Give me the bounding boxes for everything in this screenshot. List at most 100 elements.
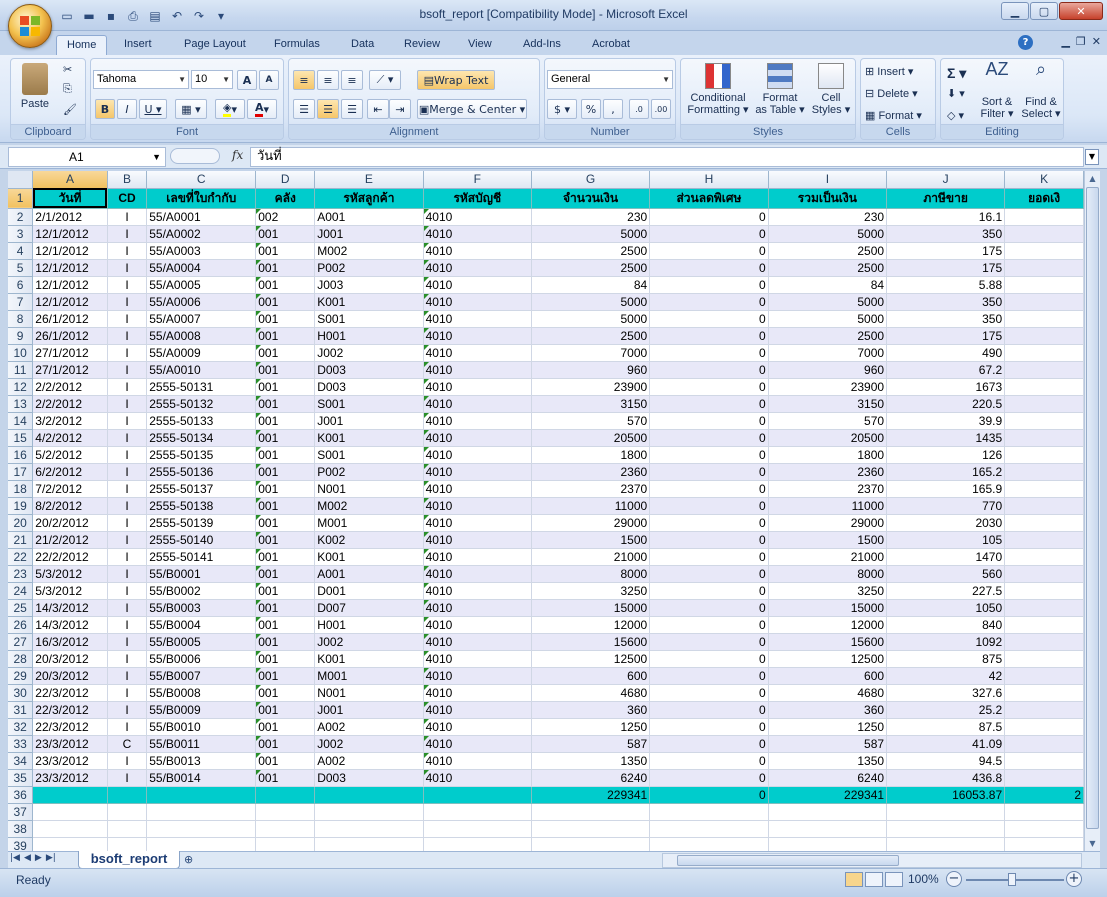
row-header[interactable]: 36 xyxy=(8,786,34,804)
row-header[interactable]: 22 xyxy=(8,548,34,566)
cell[interactable]: 21/2/2012 xyxy=(32,531,108,549)
first-sheet-icon[interactable]: |◀ xyxy=(10,853,20,863)
cell[interactable]: 55/A0001 xyxy=(146,208,257,226)
cell[interactable]: 21000 xyxy=(531,548,651,566)
cell[interactable]: 001 xyxy=(255,633,316,651)
cell[interactable]: 2370 xyxy=(531,480,651,498)
cell[interactable]: 0 xyxy=(649,684,769,702)
cell[interactable]: 20/3/2012 xyxy=(32,650,108,668)
cell[interactable] xyxy=(1004,582,1084,600)
cell[interactable]: K001 xyxy=(314,548,424,566)
cell[interactable]: 001 xyxy=(255,361,316,379)
cell[interactable]: 20/3/2012 xyxy=(32,667,108,685)
cell[interactable]: 7/2/2012 xyxy=(32,480,108,498)
cell[interactable] xyxy=(649,820,769,838)
header-cell[interactable]: ภาษีขาย xyxy=(886,188,1006,209)
cell[interactable]: 12/1/2012 xyxy=(32,242,108,260)
cell[interactable]: 5/3/2012 xyxy=(32,582,108,600)
cell[interactable]: K001 xyxy=(314,429,424,447)
cell[interactable]: 2360 xyxy=(531,463,651,481)
cell[interactable]: 55/B0006 xyxy=(146,650,257,668)
header-cell[interactable]: ยอดเงิ xyxy=(1004,188,1084,209)
cell[interactable] xyxy=(1004,565,1084,583)
cell[interactable]: 770 xyxy=(886,497,1006,515)
cell[interactable]: 4010 xyxy=(423,497,532,515)
cell[interactable]: 0 xyxy=(649,633,769,651)
cell[interactable]: 55/A0007 xyxy=(146,310,257,328)
total-cell[interactable]: 16053.87 xyxy=(886,786,1006,804)
cell[interactable]: 3250 xyxy=(768,582,888,600)
cell[interactable]: 1435 xyxy=(886,429,1006,447)
format-cells-button[interactable]: ▦ Format ▾ xyxy=(865,109,922,122)
cell[interactable]: 22/3/2012 xyxy=(32,701,108,719)
cell[interactable]: S001 xyxy=(314,446,424,464)
cell[interactable] xyxy=(423,803,532,821)
cell[interactable]: 0 xyxy=(649,497,769,515)
cell[interactable]: I xyxy=(107,667,148,685)
cell[interactable]: 25.2 xyxy=(886,701,1006,719)
cell[interactable]: N001 xyxy=(314,480,424,498)
cell[interactable]: 4010 xyxy=(423,548,532,566)
cell[interactable]: I xyxy=(107,259,148,277)
cell[interactable]: 4680 xyxy=(531,684,651,702)
cell[interactable]: 0 xyxy=(649,310,769,328)
vertical-scrollbar[interactable]: ▲ ▼ xyxy=(1084,171,1100,851)
cell[interactable]: 0 xyxy=(649,463,769,481)
cell[interactable] xyxy=(768,803,888,821)
row-header[interactable]: 15 xyxy=(8,429,34,447)
cell[interactable]: 2/1/2012 xyxy=(32,208,108,226)
format-painter-icon[interactable]: 🖌 xyxy=(63,103,77,116)
cell[interactable]: M002 xyxy=(314,497,424,515)
cell[interactable] xyxy=(32,820,108,838)
cell[interactable]: 20500 xyxy=(768,429,888,447)
cell[interactable]: 001 xyxy=(255,684,316,702)
cell[interactable]: 12000 xyxy=(768,616,888,634)
cell[interactable]: I xyxy=(107,599,148,617)
cell[interactable]: J002 xyxy=(314,633,424,651)
cell[interactable]: 55/B0013 xyxy=(146,752,257,770)
last-sheet-icon[interactable]: ▶| xyxy=(46,853,56,863)
cell[interactable]: 0 xyxy=(649,599,769,617)
cell[interactable]: 55/B0011 xyxy=(146,735,257,753)
header-cell[interactable]: จำนวนเงิน xyxy=(531,188,651,209)
cell[interactable]: I xyxy=(107,480,148,498)
cell[interactable]: 4010 xyxy=(423,310,532,328)
cell[interactable]: 0 xyxy=(649,276,769,294)
cell[interactable]: 2555-50140 xyxy=(146,531,257,549)
sheet-tab-bsoft-report[interactable]: bsoft_report xyxy=(78,851,180,869)
row-header[interactable]: 35 xyxy=(8,769,34,787)
cell-styles-button[interactable]: Cell Styles ▾ xyxy=(809,63,853,116)
row-header[interactable]: 28 xyxy=(8,650,34,668)
zoom-level[interactable]: 100% xyxy=(908,872,939,886)
cell[interactable]: 3150 xyxy=(531,395,651,413)
cell[interactable]: I xyxy=(107,684,148,702)
cell[interactable]: 001 xyxy=(255,225,316,243)
italic-button[interactable]: I xyxy=(117,99,137,119)
cell[interactable]: I xyxy=(107,344,148,362)
insert-sheet-icon[interactable]: ⊕ xyxy=(184,853,204,867)
total-cell[interactable]: 0 xyxy=(649,786,769,804)
cell[interactable]: 4010 xyxy=(423,684,532,702)
close-button[interactable]: ✕ xyxy=(1059,2,1103,20)
row-header[interactable]: 16 xyxy=(8,446,34,464)
cell[interactable]: 001 xyxy=(255,480,316,498)
cell[interactable]: 600 xyxy=(531,667,651,685)
font-color-button[interactable]: A ▾ xyxy=(247,99,277,119)
row-header[interactable]: 2 xyxy=(8,208,34,226)
row-header[interactable]: 26 xyxy=(8,616,34,634)
borders-button[interactable]: ▦ ▾ xyxy=(175,99,207,119)
cell[interactable]: 4010 xyxy=(423,395,532,413)
name-box-dropdown-icon[interactable]: ▼ xyxy=(152,148,161,166)
horizontal-scroll-thumb[interactable] xyxy=(677,855,899,866)
select-all-corner[interactable] xyxy=(8,171,34,189)
header-cell[interactable]: CD xyxy=(107,188,148,209)
expand-formula-bar-icon[interactable]: ▼ xyxy=(1085,149,1099,165)
cell[interactable] xyxy=(1004,514,1084,532)
tab-formulas[interactable]: Formulas xyxy=(264,35,330,55)
fill-icon[interactable]: ⬇ ▾ xyxy=(947,87,965,100)
cell[interactable]: J001 xyxy=(314,225,424,243)
cell[interactable]: 2555-50137 xyxy=(146,480,257,498)
cell[interactable]: 0 xyxy=(649,480,769,498)
spreadsheet[interactable]: ABCDEFGHIJK 1 วันที่ CD เลขที่ใบกำกับ คลัง รห… xyxy=(8,171,1084,851)
cell[interactable]: I xyxy=(107,412,148,430)
